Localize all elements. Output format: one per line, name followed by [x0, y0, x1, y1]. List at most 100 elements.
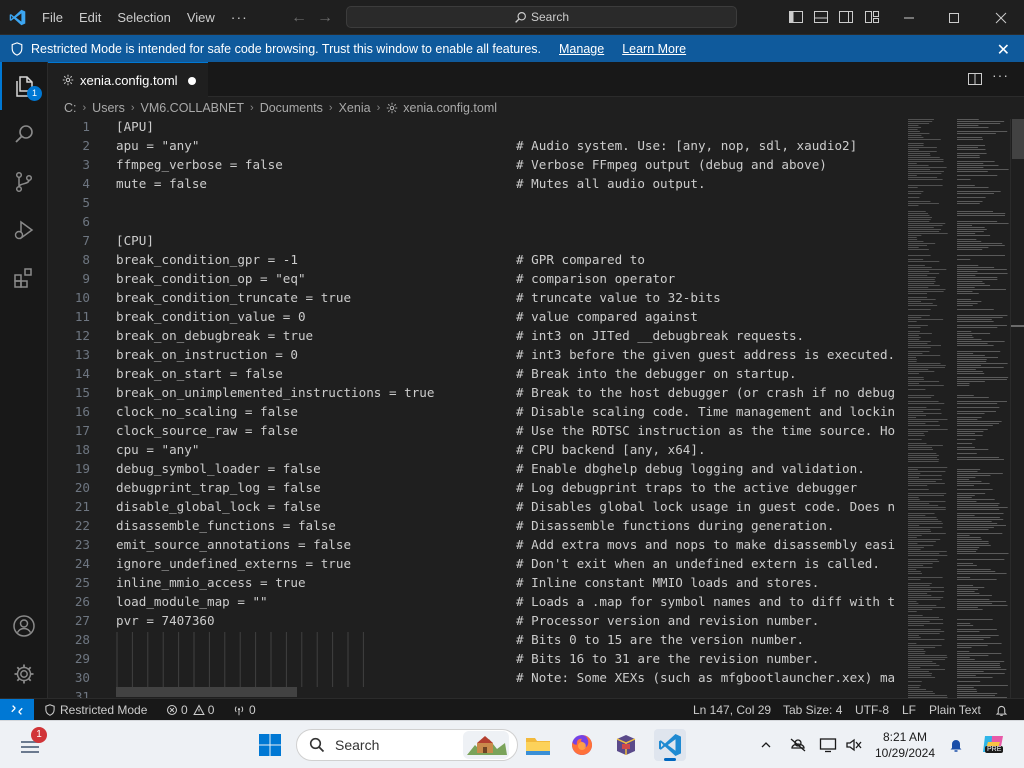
- code-line[interactable]: 12 break_on_debugbreak = true # int3 on JI…: [48, 326, 900, 345]
- code-line[interactable]: 25 inline_mmio_access = true # Inline cons…: [48, 573, 900, 592]
- minimap[interactable]: [900, 119, 1010, 698]
- horizontal-scrollbar[interactable]: [116, 687, 297, 697]
- taskbar-vscode[interactable]: [654, 729, 686, 761]
- code-line[interactable]: 9 break_condition_op = "eq" # comparison o…: [48, 269, 900, 288]
- code-comment: # Disables global lock usage in guest co…: [516, 499, 896, 514]
- command-center-search[interactable]: Search: [346, 6, 737, 28]
- activity-source-control[interactable]: [0, 158, 48, 206]
- breadcrumb: C: › Users › VM6.COLLABNET › Documents ›…: [48, 97, 1024, 119]
- maximize-button[interactable]: [931, 0, 977, 35]
- notifications-bell-icon[interactable]: [995, 699, 1008, 721]
- code-line[interactable]: 26 load_module_map = "" # Loads a .map for…: [48, 592, 900, 611]
- minimize-button[interactable]: [886, 0, 932, 35]
- copilot-preview-button[interactable]: PRE: [980, 731, 1006, 757]
- menu-edit[interactable]: Edit: [71, 0, 109, 35]
- code-line[interactable]: 7 [CPU]: [48, 231, 900, 250]
- activity-accounts[interactable]: [0, 602, 48, 650]
- breadcrumb-item[interactable]: Xenia: [339, 101, 371, 115]
- code-text: break_on_instruction = 0: [116, 347, 298, 362]
- problems-status[interactable]: 0 0: [166, 699, 214, 721]
- code-editor[interactable]: 1 [APU] 2 apu = "any" # Audio system. Use: […: [48, 119, 900, 698]
- breadcrumb-item[interactable]: Users: [92, 101, 125, 115]
- cursor-position[interactable]: Ln 147, Col 29: [693, 699, 771, 721]
- code-line[interactable]: 14 break_on_start = false # Break into the…: [48, 364, 900, 383]
- eol-status[interactable]: LF: [902, 699, 916, 721]
- breadcrumb-item[interactable]: VM6.COLLABNET: [141, 101, 245, 115]
- code-line[interactable]: 6: [48, 212, 900, 231]
- taskbar-file-explorer[interactable]: [522, 729, 554, 761]
- activity-search[interactable]: [0, 110, 48, 158]
- forward-arrow-icon[interactable]: →: [312, 9, 338, 27]
- banner-close-icon[interactable]: ✕: [997, 40, 1010, 60]
- back-arrow-icon[interactable]: ←: [286, 9, 312, 27]
- code-line[interactable]: 22 disassemble_functions = false # Disasse…: [48, 516, 900, 535]
- tray-overflow-chevron-icon[interactable]: [756, 735, 776, 755]
- close-window-button[interactable]: [978, 0, 1024, 35]
- code-line[interactable]: 17 clock_source_raw = false # Use the RDTS…: [48, 421, 900, 440]
- code-line[interactable]: 16 clock_no_scaling = false # Disable scal…: [48, 402, 900, 421]
- tab-size-status[interactable]: Tab Size: 4: [783, 699, 842, 721]
- encoding-status[interactable]: UTF-8: [855, 699, 889, 721]
- learn-more-link[interactable]: Learn More: [622, 42, 686, 56]
- widgets-button[interactable]: 1: [16, 727, 48, 761]
- search-icon: [515, 11, 526, 23]
- breadcrumb-item[interactable]: C:: [64, 101, 77, 115]
- code-line[interactable]: 1 [APU]: [48, 119, 900, 136]
- toggle-secondary-sidebar-icon[interactable]: [838, 9, 854, 25]
- code-comment: # Break to the host debugger (or crash i…: [516, 385, 896, 400]
- line-number: 4: [82, 176, 90, 191]
- menu-view[interactable]: View: [179, 0, 223, 35]
- code-line[interactable]: 21 disable_global_lock = false # Disables …: [48, 497, 900, 516]
- tray-notification-bell-icon[interactable]: [946, 735, 966, 755]
- code-line[interactable]: 5: [48, 193, 900, 212]
- tray-display-icon[interactable]: [818, 735, 838, 755]
- customize-layout-icon[interactable]: [864, 9, 880, 25]
- code-line[interactable]: 19 debug_symbol_loader = false # Enable db…: [48, 459, 900, 478]
- split-editor-icon[interactable]: [967, 71, 983, 87]
- scrollbar-thumb[interactable]: [1012, 119, 1024, 159]
- code-line[interactable]: 8 break_condition_gpr = -1 # GPR compared …: [48, 250, 900, 269]
- code-line[interactable]: 10 break_condition_truncate = true # trunc…: [48, 288, 900, 307]
- file-explorer-icon: [526, 738, 550, 755]
- toggle-primary-sidebar-icon[interactable]: [788, 9, 804, 25]
- code-line[interactable]: 18 cpu = "any" # CPU backend [any, x64].: [48, 440, 900, 459]
- code-line[interactable]: 13 break_on_instruction = 0 # int3 before …: [48, 345, 900, 364]
- remote-indicator[interactable]: [0, 699, 34, 721]
- taskbar-clock[interactable]: 8:21 AM 10/29/2024: [872, 729, 938, 761]
- toggle-panel-icon[interactable]: [813, 9, 829, 25]
- restricted-mode-status[interactable]: Restricted Mode: [44, 699, 147, 721]
- tab-title: xenia.config.toml: [80, 72, 178, 88]
- code-line[interactable]: 11 break_condition_value = 0 # value compa…: [48, 307, 900, 326]
- menu-selection[interactable]: Selection: [109, 0, 178, 35]
- breadcrumb-item[interactable]: Documents: [260, 101, 323, 115]
- code-line[interactable]: 20 debugprint_trap_log = false # Log debug…: [48, 478, 900, 497]
- more-actions-icon[interactable]: ···: [992, 67, 1008, 83]
- code-line[interactable]: 23 emit_source_annotations = false # Add e…: [48, 535, 900, 554]
- code-line[interactable]: 3 ffmpeg_verbose = false # Verbose FFmpeg …: [48, 155, 900, 174]
- code-line[interactable]: 27 pvr = 7407360 # Processor version and r…: [48, 611, 900, 630]
- tab-xenia-config[interactable]: xenia.config.toml: [48, 62, 208, 97]
- code-line[interactable]: 2 apu = "any" # Audio system. Use: [any, n…: [48, 136, 900, 155]
- activity-manage[interactable]: [0, 650, 48, 698]
- activity-run-debug[interactable]: [0, 206, 48, 254]
- taskbar-firefox[interactable]: [566, 729, 598, 761]
- menu-more[interactable]: ···: [223, 0, 256, 35]
- tray-network-icon[interactable]: [788, 735, 808, 755]
- activity-explorer[interactable]: 1: [0, 62, 48, 110]
- taskbar-archive-app[interactable]: [610, 729, 642, 761]
- tray-volume-icon[interactable]: [844, 735, 864, 755]
- code-line[interactable]: 4 mute = false # Mutes all audio output.: [48, 174, 900, 193]
- code-line[interactable]: 15 break_on_unimplemented_instructions = …: [48, 383, 900, 402]
- language-mode-status[interactable]: Plain Text: [929, 699, 981, 721]
- ports-status[interactable]: 0: [233, 699, 256, 721]
- breadcrumb-item[interactable]: xenia.config.toml: [403, 101, 497, 115]
- taskbar-search[interactable]: Search: [296, 729, 518, 761]
- vertical-scrollbar[interactable]: [1010, 119, 1024, 698]
- activity-extensions[interactable]: [0, 254, 48, 302]
- start-button[interactable]: [254, 729, 286, 761]
- menu-file[interactable]: File: [34, 0, 71, 35]
- code-line[interactable]: 24 ignore_undefined_externs = true # Don't…: [48, 554, 900, 573]
- chevron-right-icon: ›: [130, 102, 135, 114]
- modified-dot-icon[interactable]: [188, 77, 196, 85]
- manage-link[interactable]: Manage: [559, 42, 604, 56]
